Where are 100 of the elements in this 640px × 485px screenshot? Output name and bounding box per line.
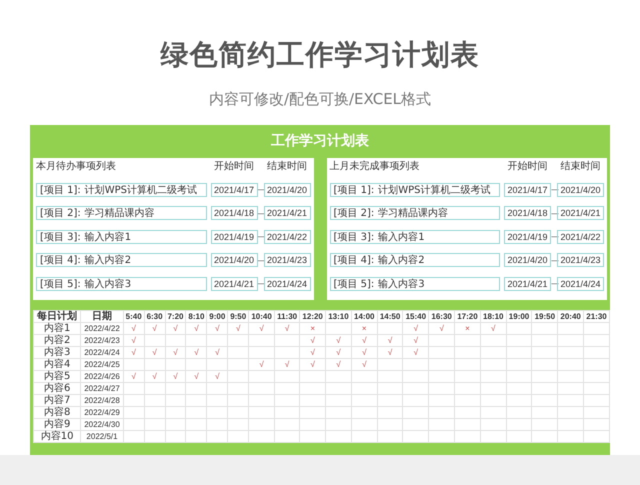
status-mark: √ xyxy=(215,324,220,333)
status-mark: √ xyxy=(194,324,199,333)
column-heading: 开始时间 xyxy=(506,160,548,173)
status-mark: √ xyxy=(173,348,178,357)
time-heading: 17:20 xyxy=(454,310,480,322)
time-heading: 8:10 xyxy=(186,310,207,322)
sheet-title: 工作学习计划表 xyxy=(270,132,370,151)
time-heading: 5:40 xyxy=(123,310,144,322)
date-field[interactable]: 2021/4/18 xyxy=(210,206,258,220)
time-heading: 15:40 xyxy=(402,310,429,322)
time-heading: 14:00 xyxy=(351,310,378,322)
date-field[interactable]: 2021/4/21 xyxy=(264,206,310,220)
status-mark: √ xyxy=(152,324,157,333)
status-mark: √ xyxy=(414,348,418,357)
status-mark: √ xyxy=(236,324,240,333)
status-mark: √ xyxy=(336,348,341,357)
status-mark: √ xyxy=(414,324,418,333)
date-field[interactable]: 2021/4/20 xyxy=(504,253,551,267)
table-cell: 内容5 xyxy=(34,370,81,382)
time-heading: 6:30 xyxy=(144,310,166,322)
time-heading: 12:20 xyxy=(300,310,326,322)
status-mark: √ xyxy=(131,324,136,333)
table-cell: 内容6 xyxy=(34,382,81,394)
table-cell: 2022/4/30 xyxy=(80,418,124,430)
time-heading: 9:50 xyxy=(228,310,249,322)
status-mark: × xyxy=(362,324,367,333)
status-mark: √ xyxy=(173,324,178,333)
item-field[interactable]: [项目 3]: 输入内容1 xyxy=(330,230,500,244)
date-field[interactable]: 2021/4/24 xyxy=(557,276,604,290)
page-subtitle: 内容可修改/配色可换/EXCEL格式 xyxy=(208,90,432,109)
date-field[interactable]: 2021/4/22 xyxy=(264,230,310,244)
table-cell: 2022/4/29 xyxy=(80,406,124,418)
table-cell: 内容2 xyxy=(34,334,81,346)
status-mark: √ xyxy=(194,348,199,357)
table-cell: 2022/4/26 xyxy=(80,370,124,382)
status-mark: √ xyxy=(259,360,264,369)
status-mark: √ xyxy=(336,336,341,345)
status-mark: √ xyxy=(414,336,418,345)
item-field[interactable]: [项目 5]: 输入内容3 xyxy=(330,276,500,290)
item-field[interactable]: [项目 1]: 计划WPS计算机二级考试 xyxy=(330,182,500,196)
time-heading: 16:30 xyxy=(428,310,455,322)
table-cell: 内容9 xyxy=(34,418,81,430)
date-field[interactable]: 2021/4/20 xyxy=(264,182,310,196)
date-field[interactable]: 2021/4/23 xyxy=(557,253,604,267)
status-mark: √ xyxy=(131,336,136,345)
item-field[interactable]: [项目 5]: 输入内容3 xyxy=(36,276,206,290)
status-mark: √ xyxy=(388,348,392,357)
status-mark: √ xyxy=(310,348,315,357)
date-field[interactable]: 2021/4/17 xyxy=(504,182,551,196)
time-heading: 7:20 xyxy=(165,310,186,322)
time-heading: 11:30 xyxy=(274,310,300,322)
page-title: 绿色简约工作学习计划表 xyxy=(160,37,480,73)
table-cell: 内容7 xyxy=(34,394,81,406)
time-heading: 21:30 xyxy=(584,310,610,322)
status-mark: √ xyxy=(152,348,157,357)
item-field[interactable]: [项目 2]: 学习精品课内容 xyxy=(36,206,206,220)
date-field[interactable]: 2021/4/19 xyxy=(210,230,258,244)
time-heading: 18:10 xyxy=(480,310,506,322)
status-mark: √ xyxy=(194,372,199,381)
table-cell: 内容4 xyxy=(34,358,81,370)
table-cell: 内容8 xyxy=(34,406,81,418)
status-mark: √ xyxy=(284,324,290,333)
time-heading: 9:00 xyxy=(206,310,228,322)
column-heading: 每日计划 xyxy=(34,310,81,322)
status-mark: √ xyxy=(173,372,178,381)
date-field[interactable]: 2021/4/23 xyxy=(264,253,310,267)
date-field[interactable]: 2021/4/17 xyxy=(210,182,258,196)
status-mark: √ xyxy=(284,360,290,369)
item-field[interactable]: [项目 2]: 学习精品课内容 xyxy=(330,206,500,220)
date-field[interactable]: 2021/4/20 xyxy=(210,253,258,267)
date-field[interactable]: 2021/4/19 xyxy=(504,230,551,244)
date-field[interactable]: 2021/4/20 xyxy=(557,182,604,196)
status-mark: √ xyxy=(491,324,496,333)
status-mark: √ xyxy=(310,336,315,345)
date-field[interactable]: 2021/4/24 xyxy=(264,276,310,290)
table-cell: 2022/4/22 xyxy=(80,322,124,334)
date-field[interactable]: 2021/4/21 xyxy=(557,206,604,220)
time-heading: 20:40 xyxy=(558,310,584,322)
date-field[interactable]: 2021/4/18 xyxy=(504,206,551,220)
status-mark: √ xyxy=(131,372,136,381)
table-cell: 内容3 xyxy=(34,346,81,358)
status-mark: √ xyxy=(362,348,366,357)
list-heading: 本月待办事项列表 xyxy=(36,160,117,173)
date-field[interactable]: 2021/4/21 xyxy=(210,276,258,290)
item-field[interactable]: [项目 1]: 计划WPS计算机二级考试 xyxy=(36,182,206,196)
date-field[interactable]: 2021/4/22 xyxy=(557,230,604,244)
status-mark: √ xyxy=(439,324,444,333)
column-heading: 日期 xyxy=(80,310,124,322)
item-field[interactable]: [项目 4]: 输入内容2 xyxy=(36,253,206,267)
status-mark: √ xyxy=(215,348,220,357)
column-heading: 开始时间 xyxy=(213,160,255,173)
table-cell: 2022/4/27 xyxy=(80,382,124,394)
status-mark: √ xyxy=(388,336,392,345)
date-field[interactable]: 2021/4/21 xyxy=(504,276,551,290)
time-heading: 19:50 xyxy=(532,310,558,322)
table-cell: 2022/5/1 xyxy=(80,430,124,442)
item-field[interactable]: [项目 4]: 输入内容2 xyxy=(330,253,500,267)
column-heading: 结束时间 xyxy=(560,160,602,173)
item-field[interactable]: [项目 3]: 输入内容1 xyxy=(36,230,206,244)
time-heading: 13:10 xyxy=(326,310,352,322)
